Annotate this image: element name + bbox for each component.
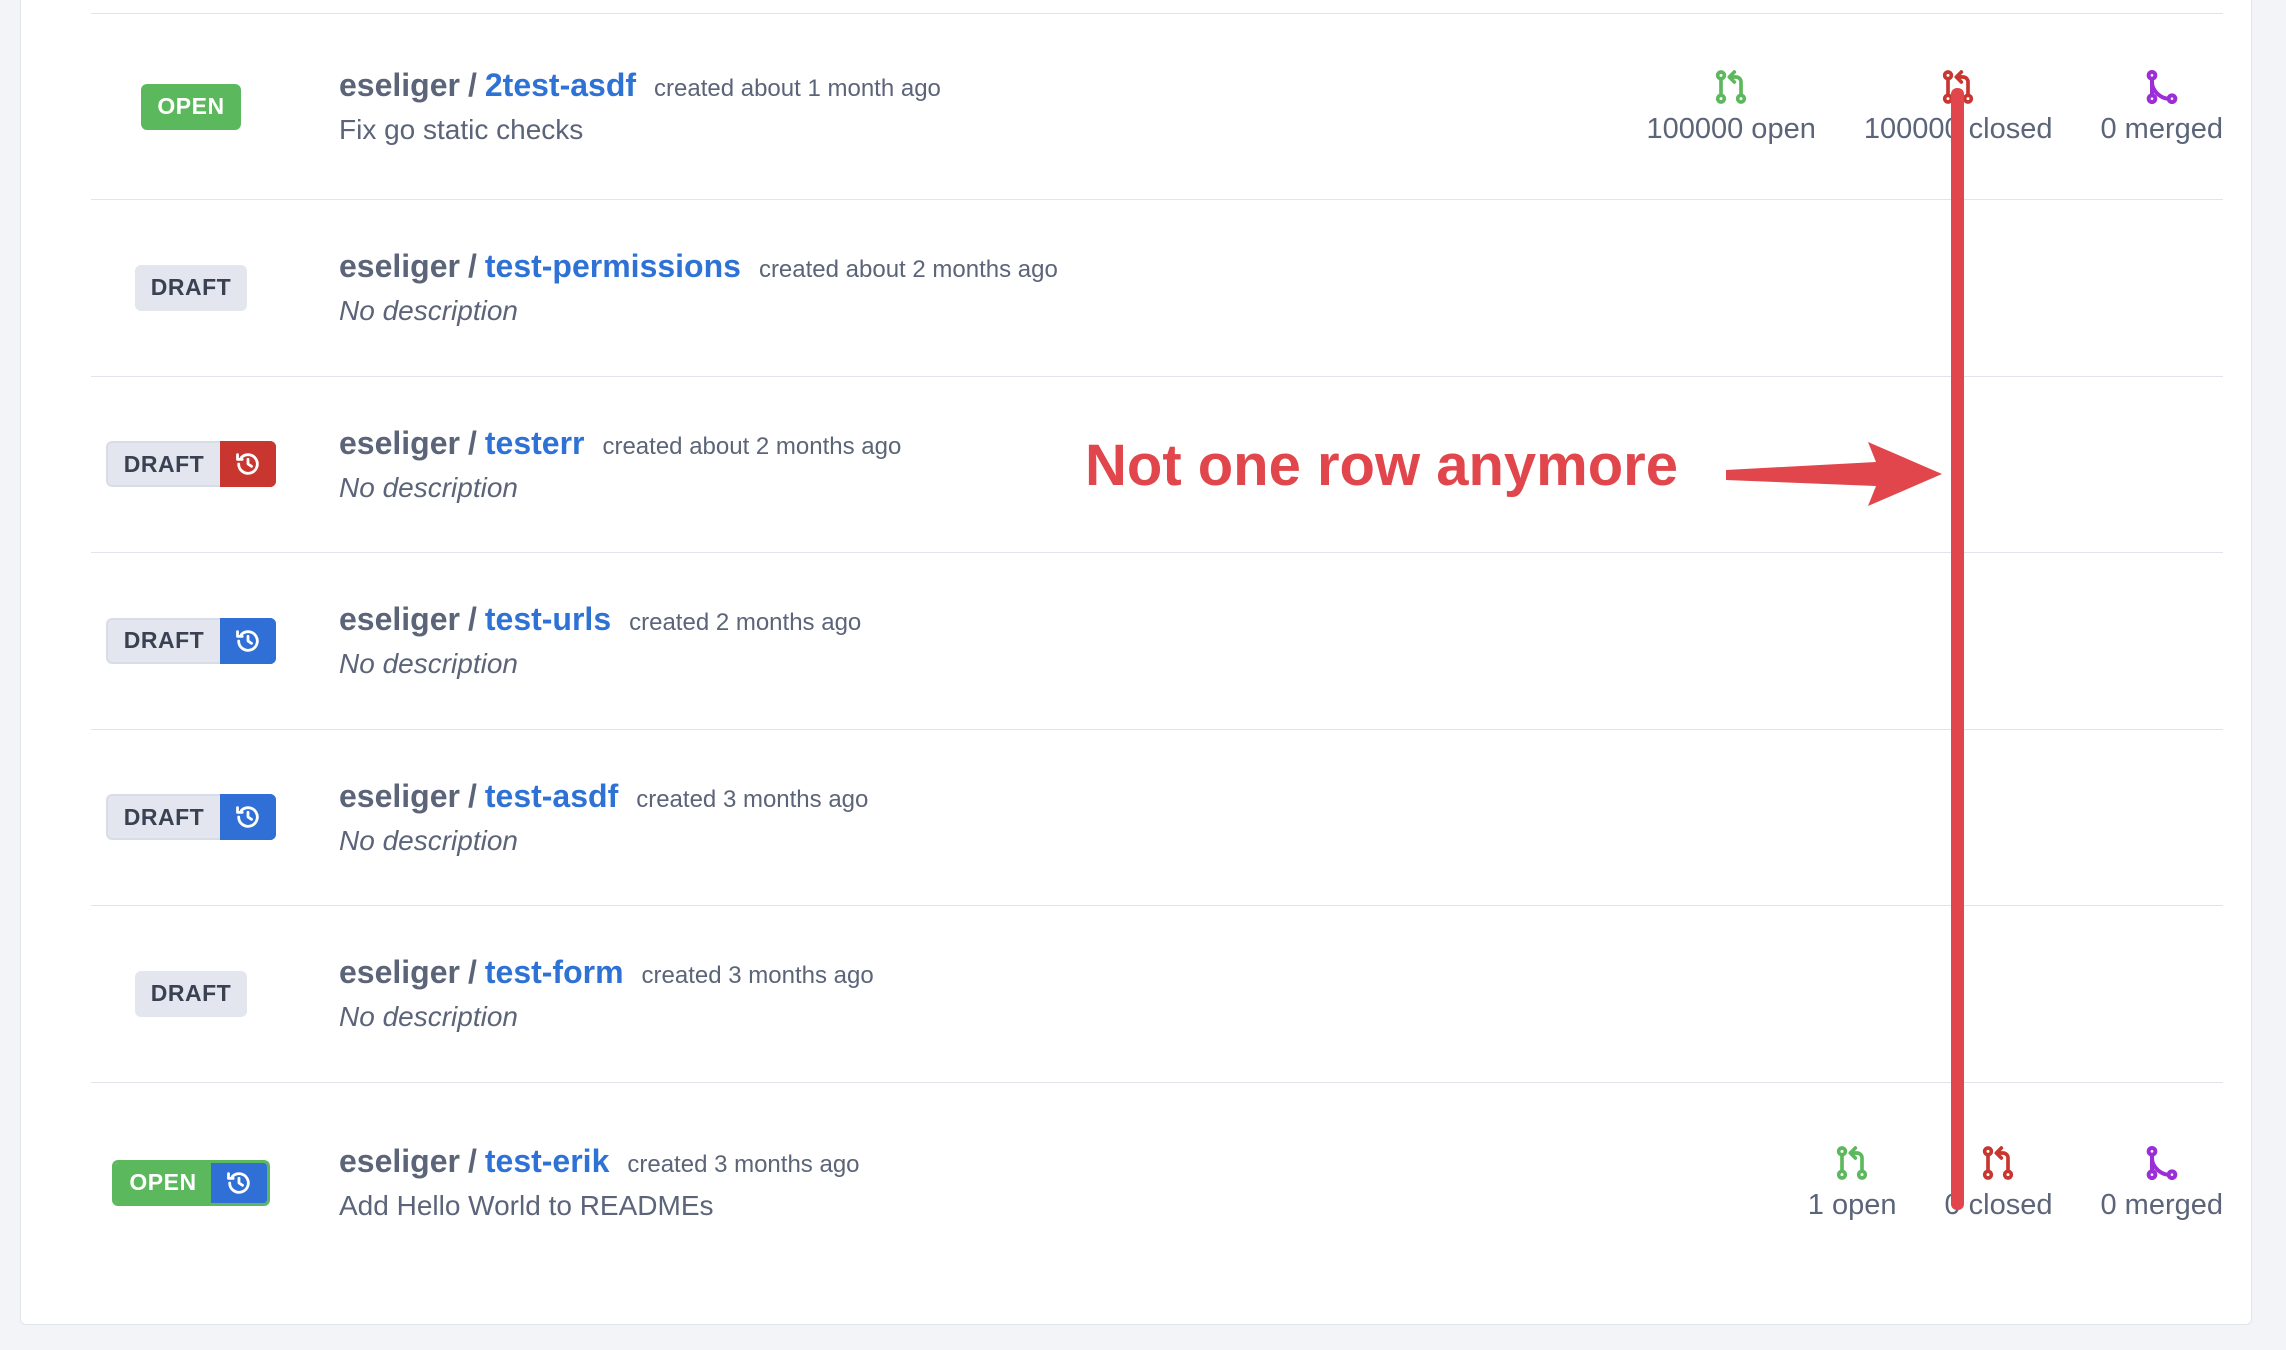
created-time: created about 2 months ago: [758, 256, 1058, 284]
status-badge: DRAFT: [134, 264, 248, 311]
repo-link[interactable]: test-urls: [485, 601, 611, 638]
description: No description: [339, 648, 518, 680]
description: No description: [339, 1001, 518, 1033]
open-count: 100000 open: [1646, 67, 1816, 146]
created-time: created about 2 months ago: [602, 432, 902, 460]
status-badge: DRAFT: [105, 617, 277, 664]
status-badge: DRAFT: [105, 441, 277, 488]
created-time: created about 1 month ago: [654, 75, 941, 102]
list-item: OPEN eseliger / test-erik created 3 mont…: [91, 1083, 2223, 1283]
history-icon: [220, 441, 277, 488]
repo-link[interactable]: test-erik: [485, 1143, 610, 1180]
pr-merged-icon: [2146, 70, 2178, 104]
pr-stats: 1 open 0 closed 0 merged: [1808, 1083, 2223, 1283]
description: Fix go static checks: [339, 114, 584, 145]
list-item: OPEN eseliger / 2test-asdf created about…: [91, 14, 2223, 200]
pr-open-icon: [1715, 70, 1747, 104]
repo-owner: eseliger: [339, 424, 460, 461]
repo-owner: eseliger: [339, 1143, 460, 1179]
list-item: DRAFT eseliger / test-asdf created 3 mon…: [91, 730, 2223, 906]
created-time: created 2 months ago: [629, 609, 862, 637]
repo-owner: eseliger: [339, 67, 460, 103]
repo-owner: eseliger: [339, 954, 460, 991]
merged-count: 0 merged: [2100, 1143, 2223, 1222]
pr-open-icon: [1836, 1146, 1868, 1180]
annotation-arrow-icon: [1726, 442, 1942, 506]
status-badge: OPEN: [141, 83, 241, 130]
pr-stats: 100000 open 100000 closed 0 merged: [1646, 14, 2223, 199]
annotation-line: [1951, 88, 1964, 1210]
changeset-list: OPEN eseliger / 2test-asdf created about…: [91, 13, 2223, 1283]
repo-link[interactable]: test-form: [485, 954, 624, 991]
list-item: DRAFT eseliger / test-form created 3 mon…: [91, 906, 2223, 1083]
description: No description: [339, 295, 518, 327]
status-badge: DRAFT: [105, 794, 277, 841]
list-item: DRAFT eseliger / test-urls created 2 mon…: [91, 553, 2223, 730]
description: No description: [339, 471, 518, 503]
description: No description: [339, 824, 518, 856]
repo-owner: eseliger: [339, 601, 460, 638]
merged-count: 0 merged: [2100, 67, 2223, 146]
annotation-text: Not one row anymore: [1085, 433, 1678, 498]
repo-link[interactable]: test-permissions: [485, 248, 741, 285]
pr-closed-icon: [1983, 1146, 2014, 1180]
repo-owner: eseliger: [339, 777, 460, 814]
description: Add Hello World to READMEs: [339, 1190, 714, 1221]
list-item: DRAFT eseliger / test-permissions create…: [91, 200, 2223, 377]
created-time: created 3 months ago: [627, 1151, 860, 1178]
status-badge: DRAFT: [134, 970, 248, 1017]
created-time: created 3 months ago: [636, 785, 869, 813]
history-icon: [220, 794, 277, 841]
created-time: created 3 months ago: [641, 962, 874, 990]
pr-merged-icon: [2146, 1146, 2178, 1180]
repo-link[interactable]: testerr: [485, 425, 585, 462]
repo-link[interactable]: 2test-asdf: [485, 67, 636, 104]
status-badge: OPEN: [112, 1159, 270, 1206]
repo-link[interactable]: test-asdf: [485, 778, 618, 815]
history-icon: [210, 1162, 267, 1203]
history-icon: [220, 617, 277, 664]
changesets-card: OPEN eseliger / 2test-asdf created about…: [20, 0, 2252, 1325]
open-count: 1 open: [1808, 1143, 1896, 1222]
repo-owner: eseliger: [339, 248, 460, 285]
